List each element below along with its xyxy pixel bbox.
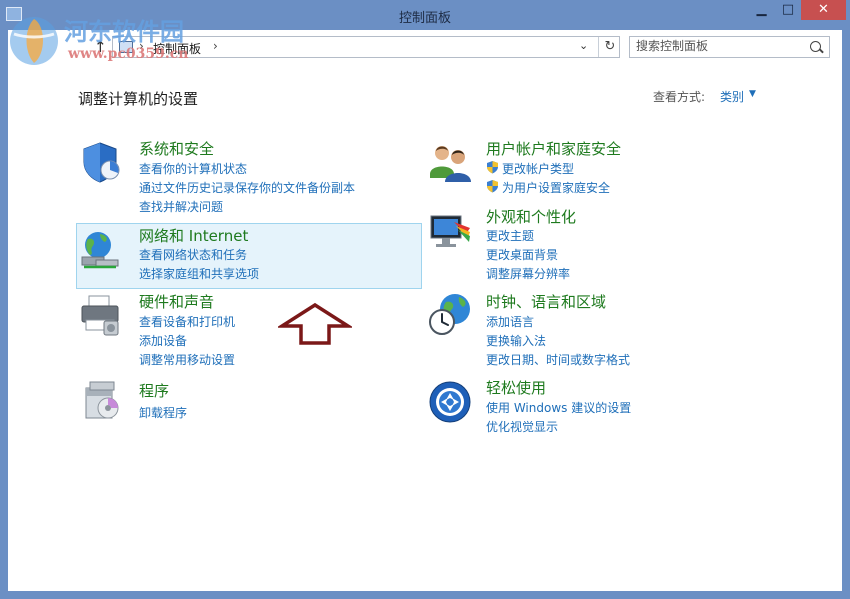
monitor-palette-icon bbox=[430, 215, 470, 247]
window-body: ↑ › 控制面板 › ⌄ ↻ 调整计算机的设置 查看方式: 类别 ▼ 系统和安全… bbox=[8, 30, 842, 591]
page-title: 调整计算机的设置 bbox=[78, 90, 199, 108]
link-file-history-backup[interactable]: 通过文件历史记录保存你的文件备份副本 bbox=[139, 179, 355, 196]
link-devices-printers[interactable]: 查看设备和打印机 bbox=[139, 313, 235, 330]
link-view-computer-status[interactable]: 查看你的计算机状态 bbox=[139, 160, 247, 177]
shield-icon bbox=[83, 142, 120, 183]
category-network-internet[interactable]: 网络和 Internet bbox=[139, 225, 248, 246]
category-hardware-sound[interactable]: 硬件和声音 bbox=[139, 291, 214, 312]
uac-shield-icon bbox=[487, 180, 498, 193]
category-clock-region[interactable]: 时钟、语言和区域 bbox=[486, 291, 606, 312]
up-arrow-annotation bbox=[278, 302, 352, 345]
link-add-device[interactable]: 添加设备 bbox=[139, 332, 187, 349]
clock-globe-icon bbox=[429, 294, 470, 335]
category-user-accounts[interactable]: 用户帐户和家庭安全 bbox=[486, 138, 621, 159]
link-change-input-method[interactable]: 更换输入法 bbox=[486, 332, 546, 349]
printer-icon bbox=[81, 295, 119, 336]
uac-shield-icon bbox=[487, 161, 498, 174]
watermark-logo-icon bbox=[10, 17, 58, 65]
minimize-button[interactable]: ▁ bbox=[748, 0, 775, 20]
search-input[interactable] bbox=[636, 39, 806, 53]
search-icon[interactable] bbox=[810, 41, 821, 52]
link-add-language[interactable]: 添加语言 bbox=[486, 313, 534, 330]
link-windows-recommended-settings[interactable]: 使用 Windows 建议的设置 bbox=[486, 399, 631, 416]
link-optimize-visual-display[interactable]: 优化视觉显示 bbox=[486, 418, 558, 435]
chevron-down-icon[interactable]: ▼ bbox=[749, 89, 756, 99]
watermark-name: 河东软件园 bbox=[64, 17, 184, 46]
link-change-account-type[interactable]: 更改帐户类型 bbox=[502, 160, 574, 177]
users-icon bbox=[430, 146, 471, 182]
search-box[interactable] bbox=[629, 36, 830, 58]
view-by-dropdown[interactable]: 类别 bbox=[720, 88, 744, 105]
link-network-status[interactable]: 查看网络状态和任务 bbox=[139, 246, 247, 263]
link-date-time-format[interactable]: 更改日期、时间或数字格式 bbox=[486, 351, 630, 368]
link-adjust-resolution[interactable]: 调整屏幕分辨率 bbox=[486, 265, 570, 282]
category-appearance[interactable]: 外观和个性化 bbox=[486, 206, 576, 227]
chevron-down-icon[interactable]: ⌄ bbox=[579, 39, 588, 52]
ease-of-access-icon bbox=[429, 381, 471, 423]
link-troubleshoot[interactable]: 查找并解决问题 bbox=[139, 198, 223, 215]
link-change-desktop-background[interactable]: 更改桌面背景 bbox=[486, 246, 558, 263]
link-mobility-settings[interactable]: 调整常用移动设置 bbox=[139, 351, 235, 368]
link-change-theme[interactable]: 更改主题 bbox=[486, 227, 534, 244]
network-globe-icon bbox=[81, 232, 119, 269]
link-family-safety[interactable]: 为用户设置家庭安全 bbox=[502, 179, 610, 196]
programs-box-icon bbox=[85, 381, 119, 419]
watermark-url: www.pc0359.cn bbox=[68, 46, 189, 62]
maximize-button[interactable]: □ bbox=[775, 0, 801, 20]
category-ease-of-access[interactable]: 轻松使用 bbox=[486, 377, 546, 398]
view-by-label: 查看方式: bbox=[653, 90, 706, 104]
close-button[interactable]: ✕ bbox=[801, 0, 846, 20]
category-programs[interactable]: 程序 bbox=[139, 380, 169, 401]
link-uninstall-program[interactable]: 卸载程序 bbox=[139, 404, 187, 421]
link-homegroup-sharing[interactable]: 选择家庭组和共享选项 bbox=[139, 265, 259, 282]
refresh-button[interactable]: ↻ bbox=[598, 37, 621, 57]
category-system-security[interactable]: 系统和安全 bbox=[139, 138, 214, 159]
watermark-logo: 河东软件园 www.pc0359.cn bbox=[6, 10, 236, 70]
